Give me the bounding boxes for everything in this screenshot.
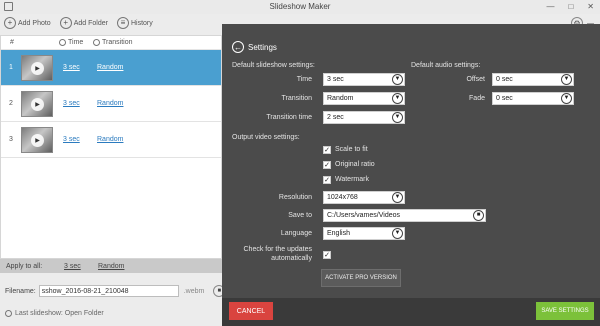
updates-label-line2: automatically xyxy=(271,255,312,262)
add-photo-label: Add Photo xyxy=(18,19,51,27)
slide-number: 3 xyxy=(9,136,13,143)
history-label: History xyxy=(130,19,153,27)
maximize-icon[interactable]: □ xyxy=(568,2,573,11)
watermark-checkbox[interactable]: ✓ xyxy=(323,176,331,184)
transition-time-select[interactable]: 2 sec ▼ xyxy=(323,111,405,124)
folder-open-icon xyxy=(5,310,12,317)
slide-number: 2 xyxy=(9,100,13,107)
list-item[interactable]: 2 ▶ 3 sec Random xyxy=(1,86,221,122)
chevron-down-icon[interactable]: ▼ xyxy=(561,93,572,104)
add-folder-button[interactable]: + Add Folder xyxy=(59,17,108,29)
add-folder-label: Add Folder xyxy=(73,19,108,27)
output-section-title: Output video settings: xyxy=(232,134,300,141)
cancel-button[interactable]: CANCEL xyxy=(229,302,273,320)
scale-to-fit-label: Scale to fit xyxy=(335,146,368,153)
language-label: Language xyxy=(280,230,312,237)
slideshow-section-title: Default slideshow settings: xyxy=(232,62,315,69)
history-icon: ≡ xyxy=(116,17,129,29)
chevron-down-icon[interactable]: ▼ xyxy=(392,74,403,85)
plus-icon: + xyxy=(4,17,16,29)
settings-header: ← Settings xyxy=(232,41,277,53)
updates-label-line1: Check for the updates xyxy=(243,246,313,253)
save-to-label: Save to xyxy=(288,212,312,219)
add-photo-button[interactable]: + Add Photo xyxy=(4,17,51,29)
folder-icon[interactable]: ■ xyxy=(473,210,484,221)
slide-transition-link[interactable]: Random xyxy=(97,136,123,143)
play-icon[interactable]: ▶ xyxy=(31,133,44,147)
auto-update-checkbox[interactable]: ✓ xyxy=(323,251,331,259)
watermark-label: Watermark xyxy=(335,176,369,183)
transition-time-label: Transition time xyxy=(266,114,312,121)
slide-transition-link[interactable]: Random xyxy=(97,100,123,107)
fade-select[interactable]: 0 sec ▼ xyxy=(492,92,574,105)
header-num: # xyxy=(10,39,14,46)
transition-label: Transition xyxy=(281,95,312,102)
slide-time-link[interactable]: 3 sec xyxy=(63,100,97,107)
back-arrow-icon[interactable]: ← xyxy=(232,41,244,53)
settings-panel: ← Settings Default slideshow settings: D… xyxy=(222,24,600,324)
offset-select[interactable]: 0 sec ▼ xyxy=(492,73,574,86)
original-ratio-checkbox[interactable]: ✓ xyxy=(323,161,331,169)
header-time: Time xyxy=(59,39,93,46)
title-bar: Slideshow Maker — □ ✕ xyxy=(0,0,600,14)
chevron-down-icon[interactable]: ▼ xyxy=(392,112,403,123)
slide-list: # Time Transition 1 ▶ 3 sec Random 2 ▶ 3… xyxy=(0,35,222,259)
filename-input[interactable]: sshow_2016-08-21_210048 xyxy=(38,285,179,297)
history-button[interactable]: ≡ History xyxy=(116,17,153,29)
apply-to-all-bar: Apply to all: 3 sec Random xyxy=(0,259,222,273)
apply-time-link[interactable]: 3 sec xyxy=(64,263,81,270)
chevron-down-icon[interactable]: ▼ xyxy=(392,228,403,239)
slide-thumbnail[interactable]: ▶ xyxy=(21,54,53,81)
save-to-input[interactable]: C:/Users/vames/Videos ■ xyxy=(323,209,486,222)
slide-thumbnail[interactable]: ▶ xyxy=(21,90,53,117)
list-item[interactable]: 3 ▶ 3 sec Random xyxy=(1,122,221,158)
filename-label: Filename: xyxy=(5,287,36,295)
clock-icon xyxy=(59,39,66,46)
header-transition: Transition xyxy=(93,39,132,46)
time-label: Time xyxy=(296,76,312,83)
window-controls: — □ ✕ xyxy=(546,2,594,11)
slide-thumbnail[interactable]: ▶ xyxy=(21,126,53,153)
play-icon[interactable]: ▶ xyxy=(31,97,44,111)
transition-icon xyxy=(93,39,100,46)
slide-transition-link[interactable]: Random xyxy=(97,64,123,71)
chevron-down-icon[interactable]: ▼ xyxy=(392,192,403,203)
apply-transition-link[interactable]: Random xyxy=(98,263,124,270)
window-title: Slideshow Maker xyxy=(269,2,331,11)
original-ratio-label: Original ratio xyxy=(335,161,375,168)
slide-time-link[interactable]: 3 sec xyxy=(63,136,97,143)
last-slideshow-link[interactable]: Last slideshow: Open Folder xyxy=(5,310,104,317)
chevron-down-icon[interactable]: ▼ xyxy=(392,93,403,104)
scale-to-fit-checkbox[interactable]: ✓ xyxy=(323,146,331,154)
plus-icon: + xyxy=(59,17,72,29)
fade-label: Fade xyxy=(469,95,485,102)
offset-label: Offset xyxy=(466,76,485,83)
play-icon[interactable]: ▶ xyxy=(31,61,44,75)
language-select[interactable]: English ▼ xyxy=(323,227,405,240)
transition-select[interactable]: Random ▼ xyxy=(323,92,405,105)
slide-time-link[interactable]: 3 sec xyxy=(63,64,97,71)
close-icon[interactable]: ✕ xyxy=(587,2,594,11)
settings-title: Settings xyxy=(248,42,277,52)
filename-row: Filename: sshow_2016-08-21_210048 .webm … xyxy=(5,285,226,297)
time-select[interactable]: 3 sec ▼ xyxy=(323,73,405,86)
audio-section-title: Default audio settings: xyxy=(411,62,481,69)
list-header: # Time Transition xyxy=(1,36,221,50)
chevron-down-icon[interactable]: ▼ xyxy=(561,74,572,85)
activate-pro-button[interactable]: ACTIVATE PRO VERSION xyxy=(321,269,401,287)
save-settings-button[interactable]: SAVE SETTINGS xyxy=(536,302,594,320)
file-extension[interactable]: .webm xyxy=(184,288,205,295)
minimize-icon[interactable]: — xyxy=(546,2,554,11)
list-item[interactable]: 1 ▶ 3 sec Random xyxy=(1,50,221,86)
settings-footer: CANCEL SAVE SETTINGS xyxy=(222,298,600,326)
resolution-label: Resolution xyxy=(278,194,312,201)
apply-label: Apply to all: xyxy=(6,262,43,270)
slide-number: 1 xyxy=(9,64,13,71)
resolution-select[interactable]: 1024x768 ▼ xyxy=(323,191,405,204)
